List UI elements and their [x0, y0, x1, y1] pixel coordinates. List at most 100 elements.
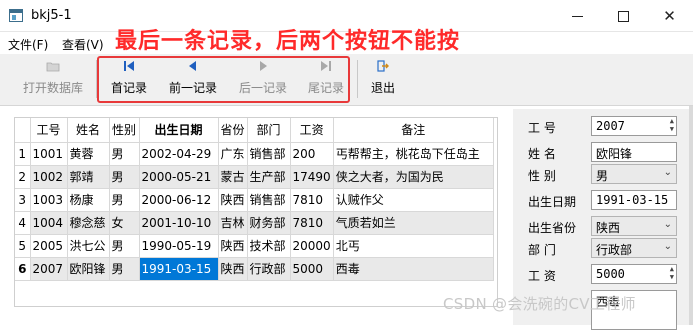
row-number[interactable]: 2	[15, 165, 31, 189]
table-cell[interactable]: 男	[109, 165, 140, 189]
table-cell[interactable]: 行政部	[247, 257, 291, 281]
maximize-button[interactable]	[600, 0, 646, 32]
table-row-current[interactable]: 6 2007 欧阳锋 男 1991-03-15 陕西 行政部 5000 西毒	[15, 257, 494, 281]
row-number[interactable]: 5	[15, 234, 31, 258]
records-table: 工号 姓名 性别 出生日期 省份 部门 工资 备注 1 1001 黄蓉 男 20…	[15, 118, 494, 281]
name-field[interactable]: 欧阳锋	[591, 142, 677, 162]
close-button[interactable]: ✕	[646, 0, 693, 32]
table-cell[interactable]: 北丐	[333, 234, 494, 258]
table-row[interactable]: 4 1004 穆念慈 女 2001-10-10 吉林 财务部 7810 气质若如…	[15, 211, 494, 235]
column-header[interactable]: 工号	[30, 118, 68, 143]
table-cell[interactable]: 男	[109, 234, 140, 258]
spin-arrows-icon[interactable]: ▲ ▼	[670, 117, 674, 133]
table-cell[interactable]: 1004	[30, 211, 68, 235]
table-cell[interactable]: 7810	[290, 188, 334, 212]
empno-spinbox[interactable]: 2007 ▲ ▼	[591, 116, 677, 136]
form-row-gender: 性 别 男 ⌄	[513, 164, 693, 186]
app-window-icon	[9, 9, 23, 22]
province-label: 出生省份	[528, 221, 577, 235]
column-header[interactable]: 姓名	[67, 118, 110, 143]
table-cell[interactable]: 男	[109, 188, 140, 212]
table-cell[interactable]: 生产部	[247, 165, 291, 189]
table-cell[interactable]: 男	[109, 257, 140, 281]
table-row[interactable]: 5 2005 洪七公 男 1990-05-19 陕西 技术部 20000 北丐	[15, 234, 494, 258]
table-cell[interactable]: 1003	[30, 188, 68, 212]
name-label: 姓 名	[528, 147, 556, 161]
table-cell-selected[interactable]: 1991-03-15	[139, 257, 219, 281]
form-row-salary: 工 资 5000 ▲ ▼	[513, 264, 693, 286]
table-row[interactable]: 1 1001 黄蓉 男 2002-04-29 广东 销售部 200 丐帮帮主，桃…	[15, 142, 494, 166]
column-header[interactable]: 工资	[290, 118, 334, 143]
table-cell[interactable]: 2000-05-21	[139, 165, 219, 189]
table-cell[interactable]: 2007	[30, 257, 68, 281]
table-cell[interactable]: 黄蓉	[67, 142, 110, 166]
table-cell[interactable]: 郭靖	[67, 165, 110, 189]
row-number[interactable]: 3	[15, 188, 31, 212]
gender-value: 男	[596, 169, 609, 183]
table-cell[interactable]: 丐帮帮主，桃花岛下任岛主	[333, 142, 494, 166]
column-header[interactable]: 部门	[247, 118, 291, 143]
column-header-sorted[interactable]: 出生日期	[139, 118, 219, 143]
table-cell[interactable]: 西毒	[333, 257, 494, 281]
table-cell[interactable]: 女	[109, 211, 140, 235]
row-number-current[interactable]: 6	[15, 257, 31, 281]
table-cell[interactable]: 20000	[290, 234, 334, 258]
form-row-empno: 工 号 2007 ▲ ▼	[513, 116, 693, 138]
row-number[interactable]: 1	[15, 142, 31, 166]
table-cell[interactable]: 1001	[30, 142, 68, 166]
gender-combobox[interactable]: 男 ⌄	[591, 164, 677, 184]
form-row-name: 姓 名 欧阳锋	[513, 142, 693, 164]
table-cell[interactable]: 欧阳锋	[67, 257, 110, 281]
table-cell[interactable]: 17490	[290, 165, 334, 189]
column-header[interactable]: 性别	[109, 118, 140, 143]
table-cell[interactable]: 2005	[30, 234, 68, 258]
salary-value: 5000	[596, 267, 625, 281]
toolbar-separator	[357, 60, 358, 98]
column-header[interactable]: 省份	[218, 118, 248, 143]
table-cell[interactable]: 陕西	[218, 188, 248, 212]
table-cell[interactable]: 财务部	[247, 211, 291, 235]
table-cell[interactable]: 侠之大者，为国为民	[333, 165, 494, 189]
table-cell[interactable]: 5000	[290, 257, 334, 281]
table-cell[interactable]: 销售部	[247, 142, 291, 166]
open-database-button[interactable]: 打开数据库	[18, 56, 88, 102]
table-cell[interactable]: 广东	[218, 142, 248, 166]
records-grid[interactable]: 工号 姓名 性别 出生日期 省份 部门 工资 备注 1 1001 黄蓉 男 20…	[14, 117, 498, 307]
minimize-button[interactable]	[554, 0, 600, 32]
table-cell[interactable]: 气质若如兰	[333, 211, 494, 235]
table-cell[interactable]: 洪七公	[67, 234, 110, 258]
folder-icon	[46, 62, 60, 72]
window-title: bkj5-1	[31, 8, 72, 23]
table-cell[interactable]: 认贼作父	[333, 188, 494, 212]
dept-combobox[interactable]: 行政部 ⌄	[591, 238, 677, 258]
table-row[interactable]: 2 1002 郭靖 男 2000-05-21 蒙古 生产部 17490 侠之大者…	[15, 165, 494, 189]
province-value: 陕西	[596, 221, 621, 235]
table-cell[interactable]: 7810	[290, 211, 334, 235]
menu-view[interactable]: 查看(V)	[62, 36, 104, 53]
province-combobox[interactable]: 陕西 ⌄	[591, 216, 677, 236]
birth-date-field[interactable]: 1991-03-15	[591, 190, 677, 210]
spin-arrows-icon[interactable]: ▲ ▼	[670, 265, 674, 281]
row-number[interactable]: 4	[15, 211, 31, 235]
table-cell[interactable]: 技术部	[247, 234, 291, 258]
table-cell[interactable]: 陕西	[218, 257, 248, 281]
table-cell[interactable]: 杨康	[67, 188, 110, 212]
menu-file[interactable]: 文件(F)	[8, 36, 48, 53]
table-cell[interactable]: 2002-04-29	[139, 142, 219, 166]
table-cell[interactable]: 2001-10-10	[139, 211, 219, 235]
table-cell[interactable]: 200	[290, 142, 334, 166]
table-cell[interactable]: 2000-06-12	[139, 188, 219, 212]
exit-label: 退出	[370, 81, 395, 95]
column-header[interactable]: 备注	[333, 118, 494, 143]
table-cell[interactable]: 陕西	[218, 234, 248, 258]
table-cell[interactable]: 1990-05-19	[139, 234, 219, 258]
table-cell[interactable]: 1002	[30, 165, 68, 189]
table-cell[interactable]: 穆念慈	[67, 211, 110, 235]
table-cell[interactable]: 销售部	[247, 188, 291, 212]
table-cell[interactable]: 吉林	[218, 211, 248, 235]
salary-spinbox[interactable]: 5000 ▲ ▼	[591, 264, 677, 284]
table-row[interactable]: 3 1003 杨康 男 2000-06-12 陕西 销售部 7810 认贼作父	[15, 188, 494, 212]
table-cell[interactable]: 男	[109, 142, 140, 166]
table-cell[interactable]: 蒙古	[218, 165, 248, 189]
exit-button[interactable]: 退出	[364, 56, 402, 102]
